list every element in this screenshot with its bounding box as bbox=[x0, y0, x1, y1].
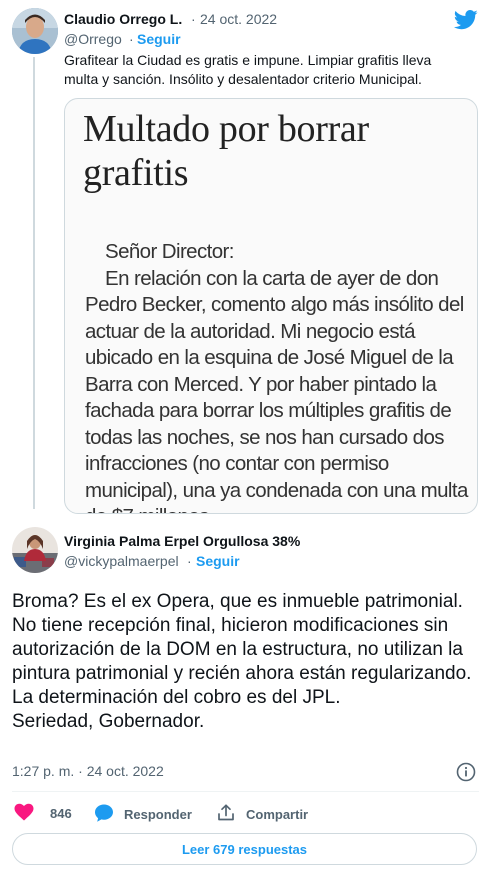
like-count: 846 bbox=[50, 806, 72, 821]
clipping-headline: Multado por borrar grafitis bbox=[83, 108, 369, 194]
reply-label: Responder bbox=[124, 807, 192, 822]
reply-follow-button[interactable]: Seguir bbox=[196, 553, 240, 569]
share-label: Compartir bbox=[246, 807, 309, 822]
original-tweet-date[interactable]: 24 oct. 2022 bbox=[200, 11, 277, 27]
clipping-salutation: Señor Director: bbox=[105, 240, 234, 263]
avatar-portrait-image bbox=[12, 527, 58, 573]
share-button[interactable]: Compartir bbox=[216, 803, 308, 826]
original-tweet-text: Grafitear la Ciudad es gratis e impune. … bbox=[64, 52, 432, 87]
read-replies-button[interactable]: Leer 679 respuestas bbox=[12, 833, 477, 865]
avatar-virginia-palma[interactable] bbox=[12, 527, 58, 573]
original-author-handle[interactable]: @Orrego bbox=[64, 31, 122, 47]
reply-tweet-text: Broma? Es el ex Opera, que es inmueble p… bbox=[12, 591, 472, 732]
reply-button[interactable]: Responder bbox=[94, 803, 192, 826]
like-button[interactable]: 846 bbox=[14, 803, 72, 824]
original-follow-button[interactable]: Seguir bbox=[137, 31, 181, 47]
twitter-bird-icon[interactable] bbox=[454, 10, 478, 30]
heart-icon bbox=[14, 803, 34, 824]
original-follow-separator: · bbox=[129, 31, 134, 47]
original-date-separator: · bbox=[191, 11, 196, 27]
clipping-body: Señor Director: En relación con la carta… bbox=[85, 239, 473, 514]
divider bbox=[12, 791, 479, 792]
reply-timestamp[interactable]: 1:27 p. m. · 24 oct. 2022 bbox=[12, 763, 164, 779]
avatar-portrait-image bbox=[12, 8, 58, 54]
news-clipping-image[interactable]: Multado por borrar grafitis Señor Direct… bbox=[64, 98, 478, 514]
clipping-paragraph: En relación con la carta de ayer de don … bbox=[85, 266, 468, 514]
reply-author-handle[interactable]: @vickypalmaerpel bbox=[64, 553, 179, 569]
thread-connector-line bbox=[33, 57, 35, 509]
reply-follow-separator: · bbox=[187, 553, 192, 569]
avatar-claudio-orrego[interactable] bbox=[12, 8, 58, 54]
reply-author-name[interactable]: Virginia Palma Erpel Orgullosa 38% bbox=[64, 533, 300, 549]
share-icon bbox=[216, 803, 236, 826]
info-icon[interactable] bbox=[456, 762, 476, 782]
original-author-name[interactable]: Claudio Orrego L. bbox=[64, 11, 182, 27]
reply-bubble-icon bbox=[94, 803, 114, 826]
